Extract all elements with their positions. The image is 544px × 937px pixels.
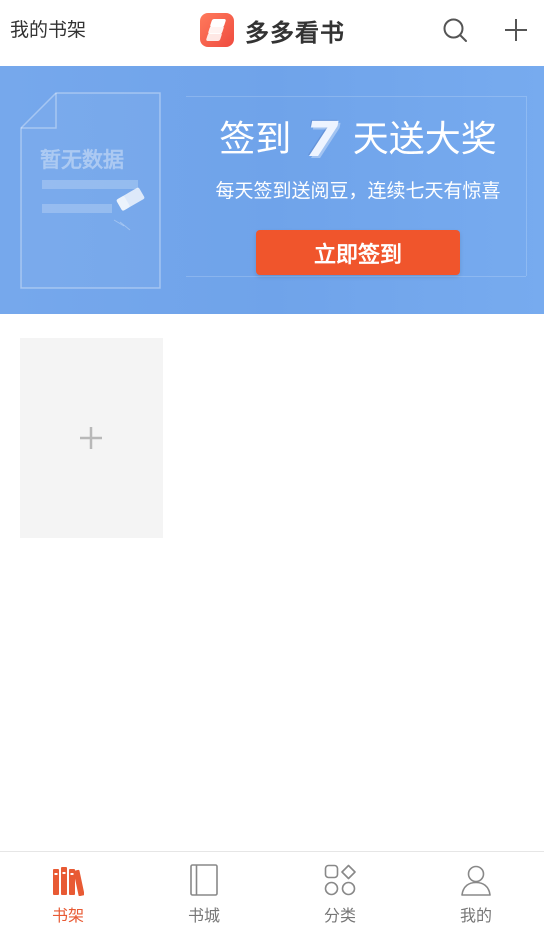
app-name: 多多看书 xyxy=(245,18,345,47)
signin-button[interactable]: 立即签到 xyxy=(256,230,460,275)
tab-bookstore[interactable]: 书城 xyxy=(136,852,272,937)
top-bar: 我的书架 多多看书 xyxy=(0,0,544,66)
signin-banner[interactable]: 暂无数据 签到 7 天送大奖 每天签到送阅豆，连续七天有惊喜 立即签到 xyxy=(0,66,544,314)
bookshelf-icon xyxy=(53,867,84,896)
add-book-card[interactable] xyxy=(20,338,163,538)
tab-label: 分类 xyxy=(323,906,356,925)
book-icon xyxy=(190,864,218,896)
promo-title: 签到 7 天送大奖 xyxy=(186,112,530,168)
plus-icon[interactable] xyxy=(503,17,529,43)
my-bookshelf-title: 我的书架 xyxy=(10,19,87,41)
app-logo-icon xyxy=(200,13,234,47)
tab-label: 我的 xyxy=(459,906,492,925)
empty-document-illustration xyxy=(20,92,162,290)
app-screen: 我的书架 多多看书 暂无数据 签到 7 天送大奖 每天签到送阅豆，连续七天有惊喜… xyxy=(0,0,544,937)
tab-mine[interactable]: 我的 xyxy=(408,852,544,937)
plus-icon xyxy=(80,427,102,449)
empty-data-label: 暂无数据 xyxy=(40,148,124,172)
search-icon[interactable] xyxy=(442,17,468,43)
bottom-navigation: 书架 书城 分类 我的 xyxy=(0,851,544,937)
promo-title-prefix: 签到 xyxy=(219,119,292,160)
tab-label: 书架 xyxy=(51,906,84,925)
tab-bookshelf[interactable]: 书架 xyxy=(0,852,136,937)
banner-frame-line xyxy=(186,276,526,277)
promo-day-number: 7 xyxy=(305,112,339,168)
banner-frame-line xyxy=(186,96,526,97)
brand: 多多看书 xyxy=(200,13,345,47)
tab-category[interactable]: 分类 xyxy=(272,852,408,937)
category-grid-icon xyxy=(324,864,356,896)
user-icon xyxy=(461,865,491,896)
promo-title-suffix: 天送大奖 xyxy=(352,119,497,160)
tab-label: 书城 xyxy=(187,906,220,925)
promo-subtitle: 每天签到送阅豆，连续七天有惊喜 xyxy=(215,180,501,202)
